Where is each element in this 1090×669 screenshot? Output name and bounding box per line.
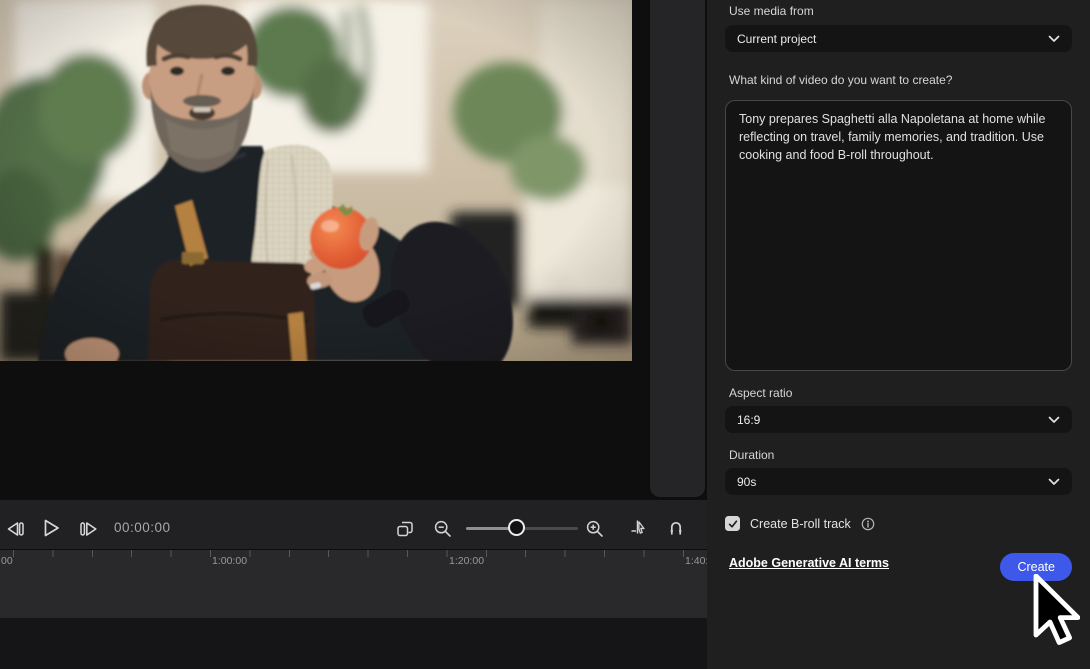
create-button[interactable]: Create: [1000, 553, 1072, 581]
step-back-button[interactable]: [3, 517, 27, 541]
zoom-out-button[interactable]: [431, 517, 455, 541]
info-icon[interactable]: [861, 517, 875, 531]
duration-select[interactable]: 90s: [725, 468, 1072, 495]
video-still-chef-with-tomato: [0, 0, 632, 361]
timeline-lower-area: [0, 618, 707, 669]
fit-to-window-icon: [395, 519, 415, 539]
checkmark-icon: [727, 518, 739, 530]
zoom-in-button[interactable]: [583, 517, 607, 541]
prompt-input[interactable]: Tony prepares Spaghetti alla Napoletana …: [725, 100, 1072, 371]
generate-video-panel: Use media from Current project What kind…: [707, 0, 1090, 669]
use-media-from-value: Current project: [737, 32, 816, 46]
ruler-label: 1:20:00: [449, 555, 484, 567]
ruler-label: 1:00:00: [212, 555, 247, 567]
chevron-down-icon: [1048, 35, 1060, 43]
edit-point-cursor-button[interactable]: [626, 516, 650, 540]
snap-magnet-button[interactable]: [664, 516, 688, 540]
play-button[interactable]: [39, 516, 63, 540]
app-window: 00:00:00: [0, 0, 1090, 669]
chevron-down-icon: [1048, 478, 1060, 486]
step-back-icon: [4, 519, 26, 539]
generative-ai-terms-link[interactable]: Adobe Generative AI terms: [729, 556, 889, 570]
aspect-ratio-select[interactable]: 16:9: [725, 406, 1072, 433]
panel-edge-card: [650, 0, 705, 497]
b-roll-label: Create B-roll track: [750, 517, 851, 531]
zoom-slider[interactable]: [466, 519, 578, 537]
fit-to-window-button[interactable]: [393, 517, 417, 541]
ruler-label: 1:40:0: [685, 555, 707, 567]
ruler-ticks: [0, 550, 707, 557]
snap-magnet-icon: [666, 518, 686, 538]
use-media-from-select[interactable]: Current project: [725, 25, 1072, 52]
aspect-ratio-value: 16:9: [737, 413, 760, 427]
step-forward-icon: [78, 519, 100, 539]
b-roll-checkbox[interactable]: [725, 516, 740, 531]
use-media-from-label: Use media from: [729, 4, 814, 18]
duration-label: Duration: [729, 448, 774, 462]
timeline-ruler-area[interactable]: 00 1:00:00 1:20:00 1:40:0: [0, 549, 707, 618]
ruler-label: 00: [1, 555, 13, 567]
zoom-out-icon: [433, 519, 453, 539]
duration-value: 90s: [737, 475, 756, 489]
timecode-display: 00:00:00: [114, 520, 171, 535]
chevron-down-icon: [1048, 416, 1060, 424]
zoom-slider-handle[interactable]: [508, 519, 525, 536]
prompt-label: What kind of video do you want to create…: [729, 73, 952, 87]
aspect-ratio-label: Aspect ratio: [729, 386, 792, 400]
zoom-in-icon: [585, 519, 605, 539]
video-preview-frame: [0, 0, 632, 361]
edit-point-cursor-icon: [628, 518, 648, 538]
step-forward-button[interactable]: [77, 517, 101, 541]
play-icon: [40, 517, 62, 539]
